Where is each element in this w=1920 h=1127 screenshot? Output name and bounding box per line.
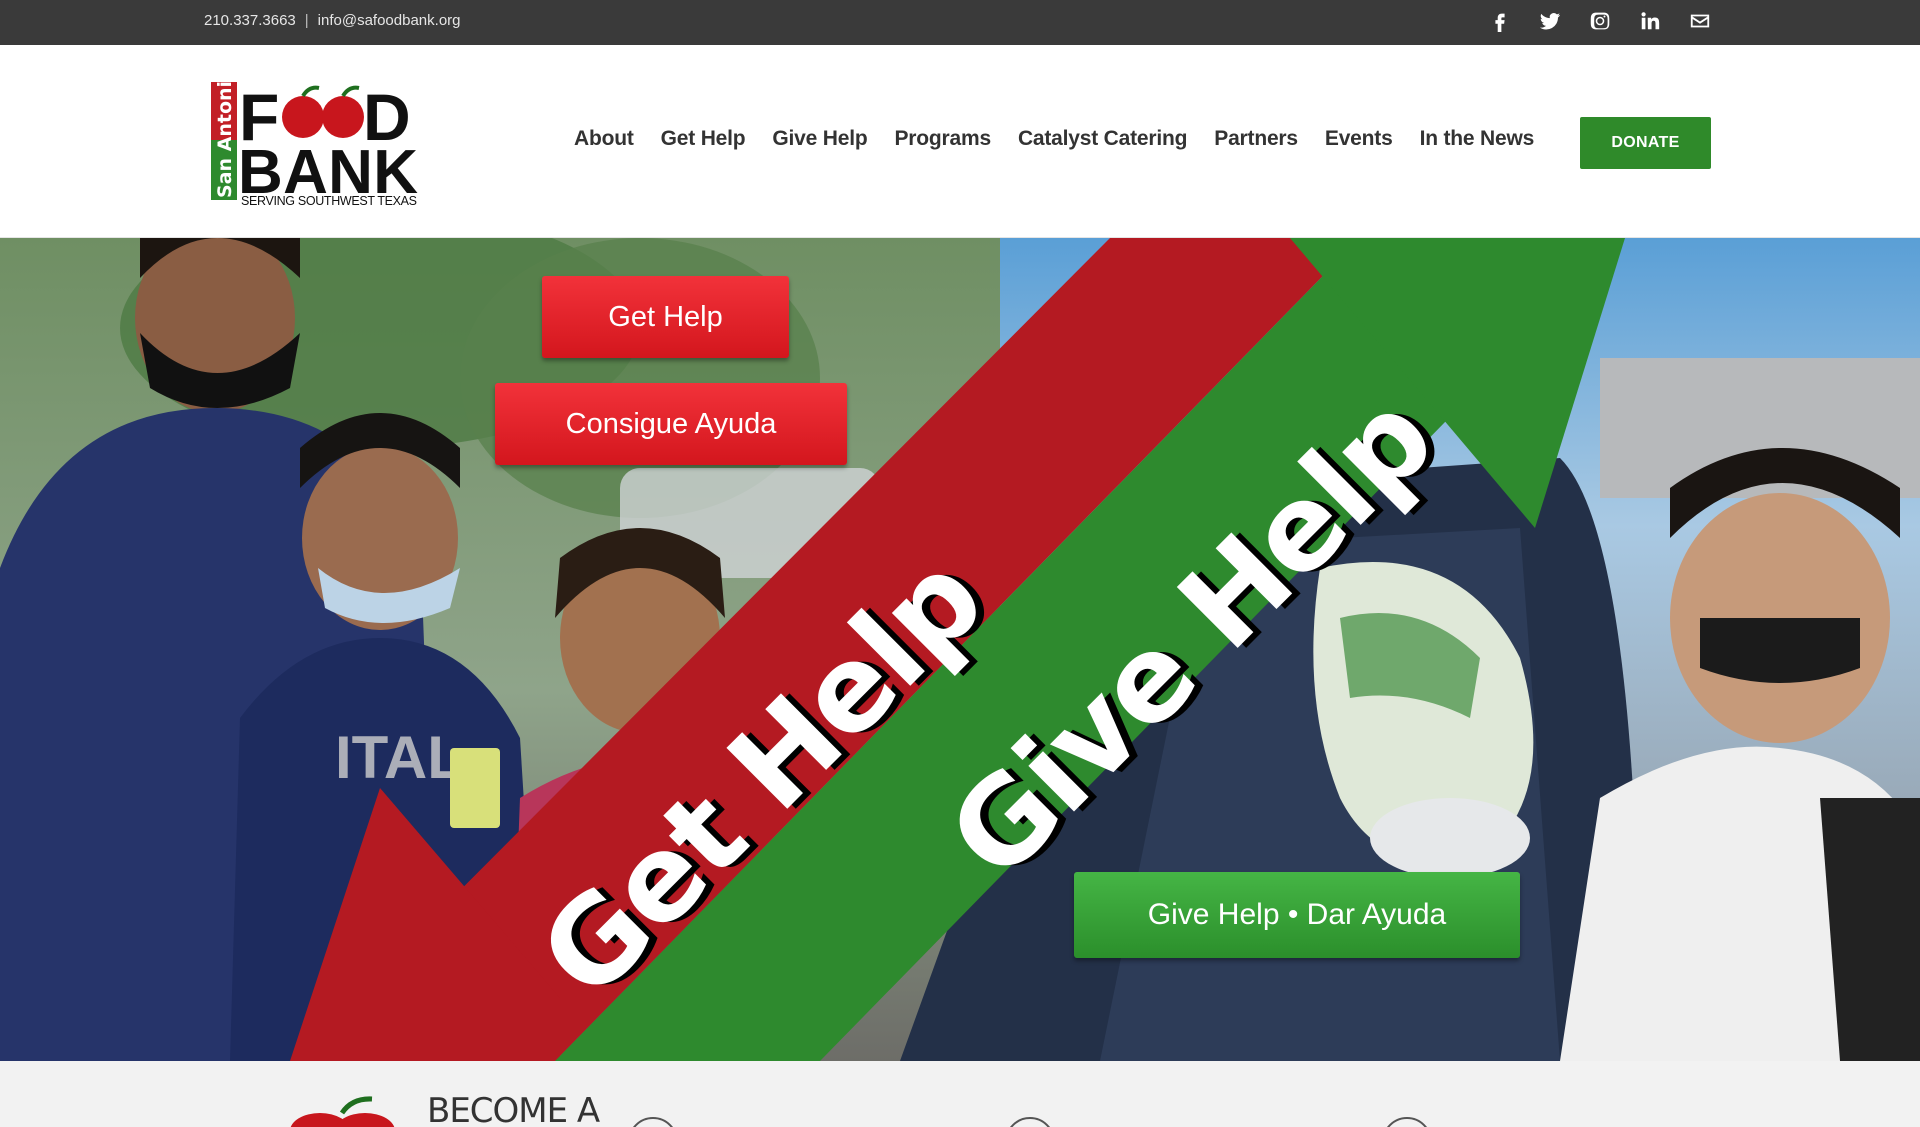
linkedin-icon[interactable] (1638, 9, 1662, 33)
nav-partners[interactable]: Partners (1214, 127, 1298, 151)
contact-separator: | (304, 12, 309, 29)
give-help-dar-ayuda-button[interactable]: Give Help • Dar Ayuda (1074, 872, 1520, 958)
twitter-icon[interactable] (1538, 9, 1562, 33)
nav-events[interactable]: Events (1325, 127, 1393, 151)
facebook-icon[interactable] (1488, 9, 1512, 33)
email-link[interactable]: info@safoodbank.org (318, 12, 461, 29)
svg-text:ITAL: ITAL (335, 724, 464, 791)
get-help-button[interactable]: Get Help (542, 276, 789, 358)
social-links (1488, 9, 1712, 33)
top-bar: 210.337.3663 | info@safoodbank.org (0, 0, 1920, 45)
instagram-icon[interactable] (1588, 9, 1612, 33)
nav-give-help[interactable]: Give Help (772, 127, 867, 151)
logo-tagline: SERVING SOUTHWEST TEXAS (241, 194, 417, 205)
main-nav: About Get Help Give Help Programs Cataly… (574, 127, 1534, 151)
nav-about[interactable]: About (574, 127, 634, 151)
apple-icon (290, 1096, 395, 1127)
feature-circle-3 (1382, 1117, 1432, 1127)
nav-get-help[interactable]: Get Help (661, 127, 746, 151)
food-bank-logo[interactable]: San Antonio F D BANK SERVING SOUTHWEST T… (211, 68, 421, 208)
nav-programs[interactable]: Programs (894, 127, 991, 151)
bottom-section: BECOME A (0, 1061, 1920, 1127)
donate-button[interactable]: DONATE (1580, 117, 1711, 169)
envelope-icon[interactable] (1688, 9, 1712, 33)
contact-info: 210.337.3663 | info@safoodbank.org (204, 12, 461, 29)
nav-in-the-news[interactable]: In the News (1420, 127, 1535, 151)
consigue-ayuda-button[interactable]: Consigue Ayuda (495, 383, 847, 465)
nav-catalyst-catering[interactable]: Catalyst Catering (1018, 127, 1188, 151)
hero-banner: ITAL Get Help Give Help Get Help Consigu… (0, 238, 1920, 1061)
become-a-heading: BECOME A (427, 1091, 600, 1127)
site-header: San Antonio F D BANK SERVING SOUTHWEST T… (0, 45, 1920, 238)
feature-circle-2 (1005, 1117, 1055, 1127)
phone-number[interactable]: 210.337.3663 (204, 12, 296, 29)
logo-side-text: San Antonio (214, 80, 236, 198)
feature-circle-1 (628, 1117, 678, 1127)
